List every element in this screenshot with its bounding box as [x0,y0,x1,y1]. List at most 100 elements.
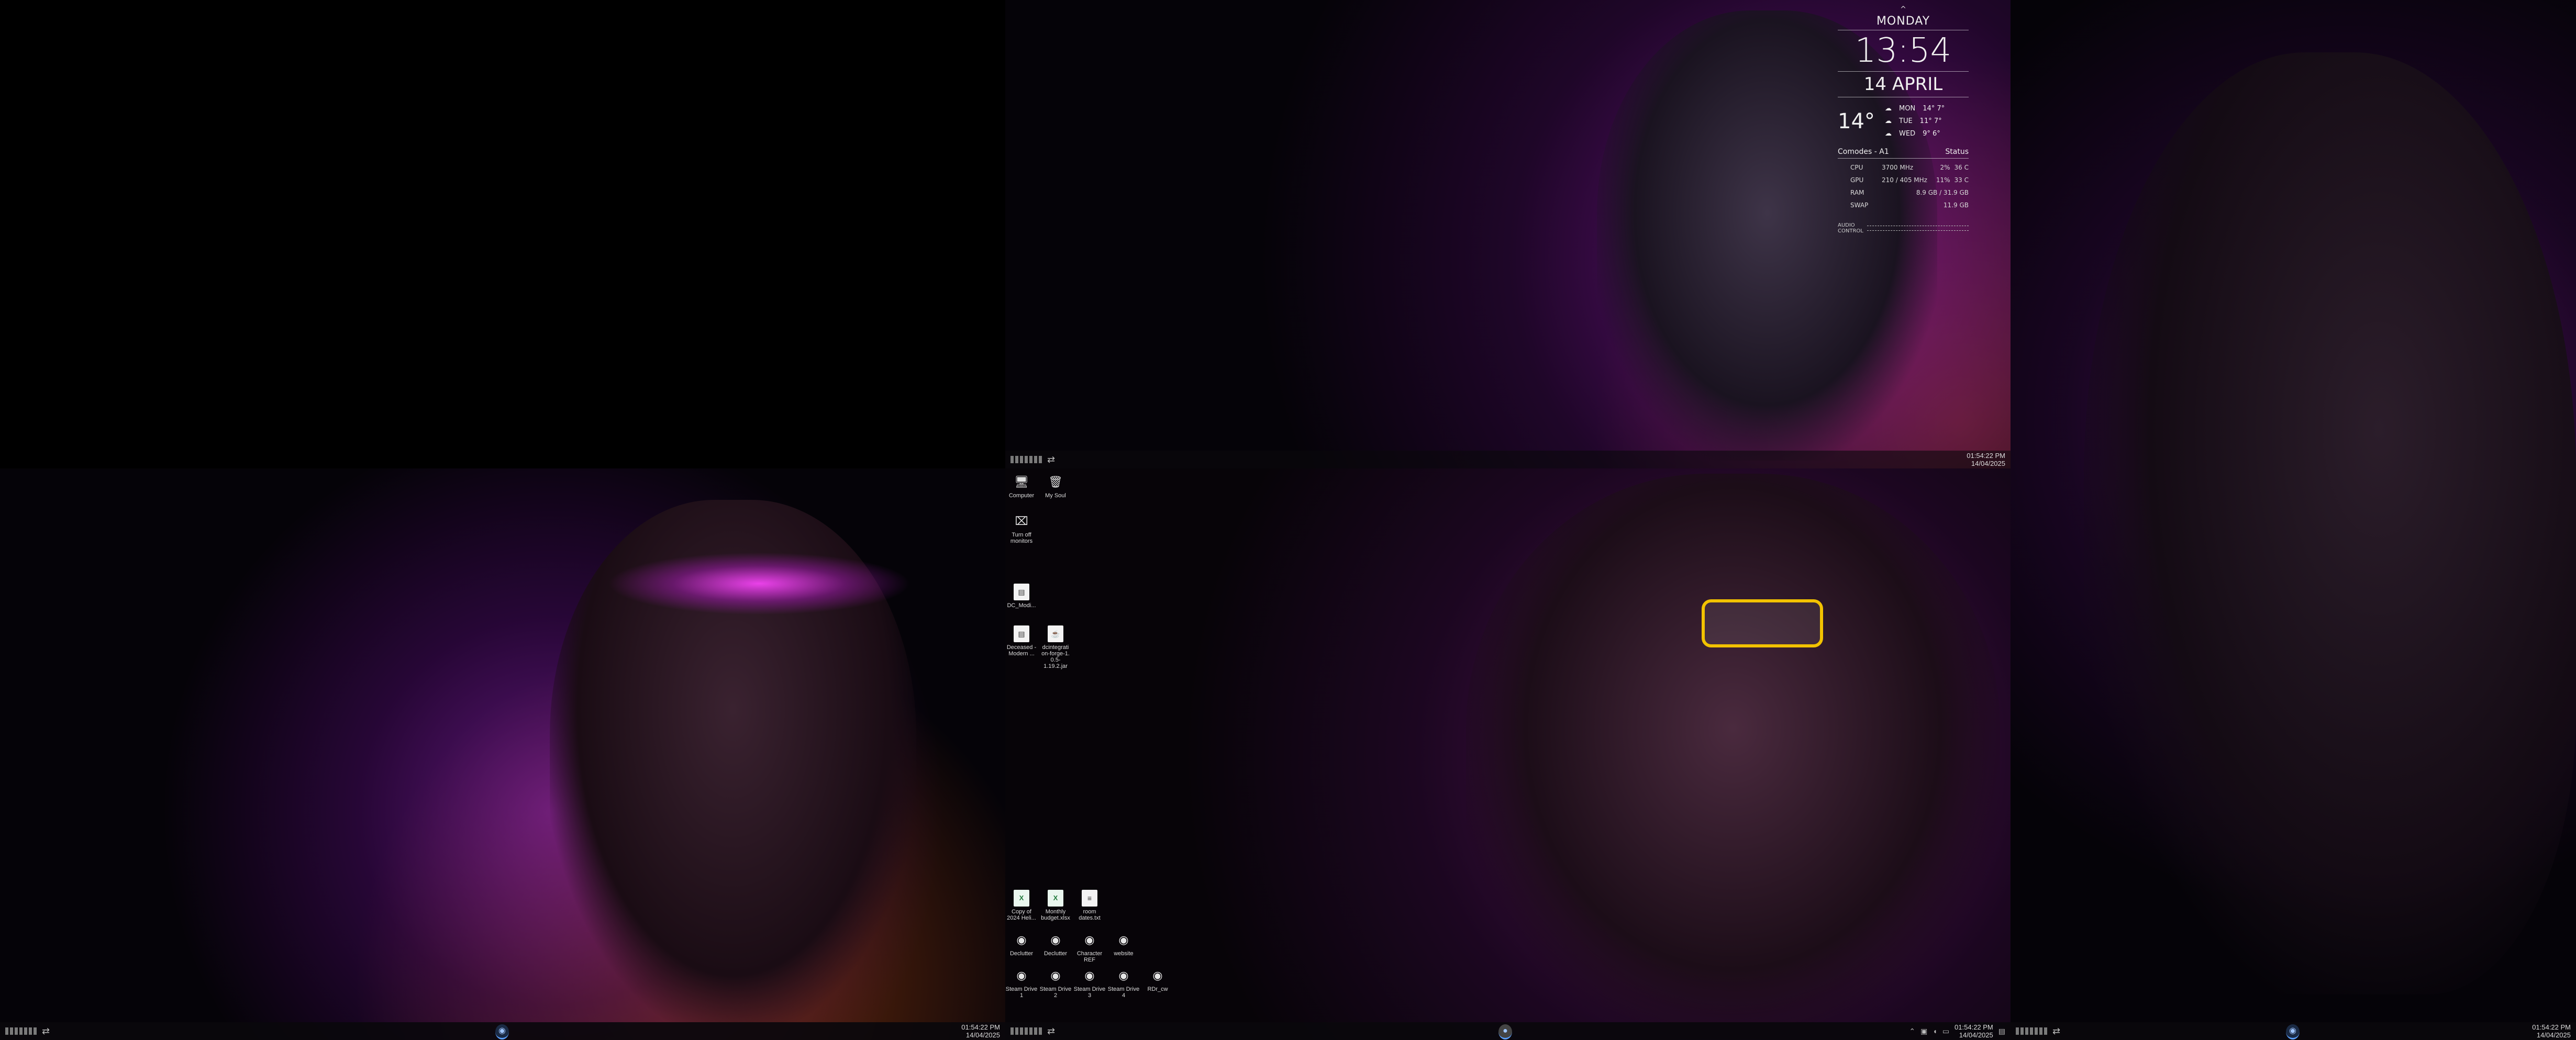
audio-label: AUDIO CONTROL [1838,222,1863,234]
forecast-temp: 11° 7° [1919,117,1942,125]
row-load: 2% [1940,164,1950,171]
desktop-shortcut[interactable]: ◉ Declutter [1005,932,1038,957]
task-view-icon[interactable]: ⇄ [2052,1026,2060,1037]
desktop-shortcut[interactable]: 🖥 Computer [1005,474,1038,499]
taskbar-a: ⇄ ◉ 01:54:22 PM 14/04/2025 [0,1022,1005,1040]
taskbar-c: ⇄ 01:54:22 PM 14/04/2025 [1005,451,2011,468]
gpu-row: GPU 210 / 405 MHz 11% 33 C [1838,176,1969,184]
desktop-shortcut[interactable]: ◉ Steam Drive 2 [1039,967,1072,999]
glasses-gold [1702,599,1823,647]
desktop-shortcut[interactable]: X Copy of 2024 Heli... [1005,890,1038,921]
desktop-shortcut[interactable]: ▤ Deceased - Modern ... [1005,625,1038,657]
rainmeter-widget: ^ MONDAY 13:54 14 APRIL 14° ☁ MON 14° 7° ☁… [1838,5,1969,234]
taskbar-d: ⇄ ◉ 01:54:22 PM 14/04/2025 [2011,1022,2576,1040]
desktop-shortcut[interactable]: ◉ Declutter [1039,932,1072,957]
widget-caret-icon[interactable]: ^ [1838,5,1969,14]
task-view-icon[interactable]: ⇄ [42,1026,50,1037]
desktop-shortcut[interactable]: 🗑 My Soul [1039,474,1072,499]
row-value: 8.9 GB / 31.9 GB [1916,189,1969,196]
clock-date: 14/04/2025 [1971,460,2005,467]
taskbar-clock-b[interactable]: 01:54:22 PM 14/04/2025 [1955,1023,1993,1039]
recycle-bin-icon: 🗑 [1048,475,1063,488]
desktop-shortcut[interactable]: ◉ Steam Drive 3 [1073,967,1106,999]
desktop-shortcut[interactable]: ◉ website [1107,932,1140,957]
task-view-icon[interactable]: ⇄ [1047,1026,1055,1037]
row-freq: 210 / 405 MHz [1882,176,1927,184]
row-freq: 3700 MHz [1882,164,1914,171]
steam-taskbar-icon[interactable]: ◉ [495,1024,509,1039]
steam-icon: ◉ [1084,933,1095,946]
taskbar-clock-d[interactable]: 01:54:22 PM 14/04/2025 [2532,1023,2571,1039]
row-temp: 36 C [1954,164,1969,171]
wallpaper-art-middle [1005,468,2011,1040]
steam-taskbar-icon[interactable]: ◉ [2286,1024,2300,1039]
cloud-icon: ☁ [1885,130,1892,138]
computer-icon: 🖥 [1014,475,1029,488]
spreadsheet-icon: X [1048,890,1063,907]
taskbar-clock-c[interactable]: 01:54:22 PM 14/04/2025 [1967,452,2005,467]
desktop-shortcut[interactable]: ▤ DC_Modi... [1005,584,1038,609]
clock-time: 01:54:22 PM [2532,1023,2571,1031]
row-label: SWAP [1850,202,1869,209]
ram-row: RAM 8.9 GB / 31.9 GB [1838,189,1969,196]
network-icon[interactable]: ▣ [1920,1027,1927,1036]
divider [1838,158,1969,159]
volume-icon[interactable]: ◖ [1933,1027,1937,1035]
steam-icon: ◉ [1118,933,1129,946]
desktop-shortcut[interactable]: ☕ dcintegrati on-forge-1. 0.5-1.19.2.jar [1039,625,1072,669]
desktop-shortcut[interactable]: ◉ Steam Drive 4 [1107,967,1140,999]
desktop-shortcut-label: DC_Modi... [1007,602,1036,609]
audio-control[interactable]: AUDIO CONTROL [1838,222,1969,234]
clock-time: 01:54:22 PM [961,1023,1000,1031]
widget-time: 13:54 [1855,31,1952,70]
app-taskbar-icon[interactable]: ● [1498,1024,1512,1039]
desktop-shortcut-label: Turn off monitors [1010,532,1033,544]
start-grid-icon[interactable] [1011,456,1042,463]
divider [1838,71,1969,72]
forecast-row: ☁ MON 14° 7° [1885,103,1952,115]
weather-panel: 14° ☁ MON 14° 7° ☁ TUE 11° 7° ☁ WED 9° 6° [1838,103,1969,140]
notification-icon[interactable]: ▤ [1998,1027,2005,1036]
start-grid-icon[interactable] [2016,1027,2047,1035]
desktop-shortcut[interactable]: ⌧ Turn off monitors [1005,513,1038,544]
desktop-shortcut[interactable]: ≡ room dates.txt [1073,890,1106,921]
desktop-shortcut-label: Declutter [1043,950,1068,957]
character-figure [2084,52,2576,994]
audio-level-bar[interactable] [1867,226,1969,231]
wallpaper-art-right [2011,0,2576,1040]
desktop-shortcut[interactable]: X Monthly budget.xlsx [1039,890,1072,921]
battery-icon[interactable]: ▭ [1942,1027,1949,1036]
task-view-icon[interactable]: ⇄ [1047,454,1055,465]
system-status: Status [1945,148,1969,156]
desktop-shortcut-label: room dates.txt [1079,909,1101,921]
desktop-shortcut[interactable]: ◉ Steam Drive 1 [1005,967,1038,999]
clock-date: 14/04/2025 [965,1031,1000,1039]
desktop-shortcut[interactable]: ◉ RDr_cw [1141,967,1174,992]
desktop-shortcut-label: Steam Drive 1 [1005,986,1038,999]
row-label: GPU [1850,176,1864,184]
start-grid-icon[interactable] [5,1027,37,1035]
clock-date: 14/04/2025 [1959,1031,1993,1039]
taskbar-clock-a[interactable]: 01:54:22 PM 14/04/2025 [961,1023,1000,1039]
cloud-icon: ☁ [1885,117,1892,125]
weather-forecast: ☁ MON 14° 7° ☁ TUE 11° 7° ☁ WED 9° 6° [1885,103,1952,140]
character-figure [1466,474,2000,1039]
cpu-row: CPU 3700 MHz 2% 36 C [1838,164,1969,171]
tray-chevron-icon[interactable]: ⌃ [1909,1027,1915,1036]
desktop-shortcut[interactable]: ◉ Character REF [1073,932,1106,963]
steam-icon: ◉ [1084,969,1095,982]
clock-time: 01:54:22 PM [1955,1023,1993,1031]
desktop-shortcut-label: RDr_cw [1147,986,1168,992]
start-grid-icon[interactable] [1011,1027,1042,1035]
steam-icon: ◉ [1016,933,1027,946]
clock-date: 14/04/2025 [2536,1031,2571,1039]
desktop-shortcut-label: Deceased - Modern ... [1006,644,1037,657]
system-header: Comodes - A1 Status [1838,148,1969,156]
monitor-right-vertical: ⇄ ◉ 01:54:22 PM 14/04/2025 [2011,0,2576,1040]
magenta-glow [607,552,911,615]
forecast-day: MON [1899,105,1916,113]
steam-icon: ◉ [1152,969,1163,982]
row-label: RAM [1850,189,1864,196]
swap-row: SWAP 11.9 GB [1838,202,1969,209]
desktop-shortcut-label: Steam Drive 4 [1107,986,1140,999]
